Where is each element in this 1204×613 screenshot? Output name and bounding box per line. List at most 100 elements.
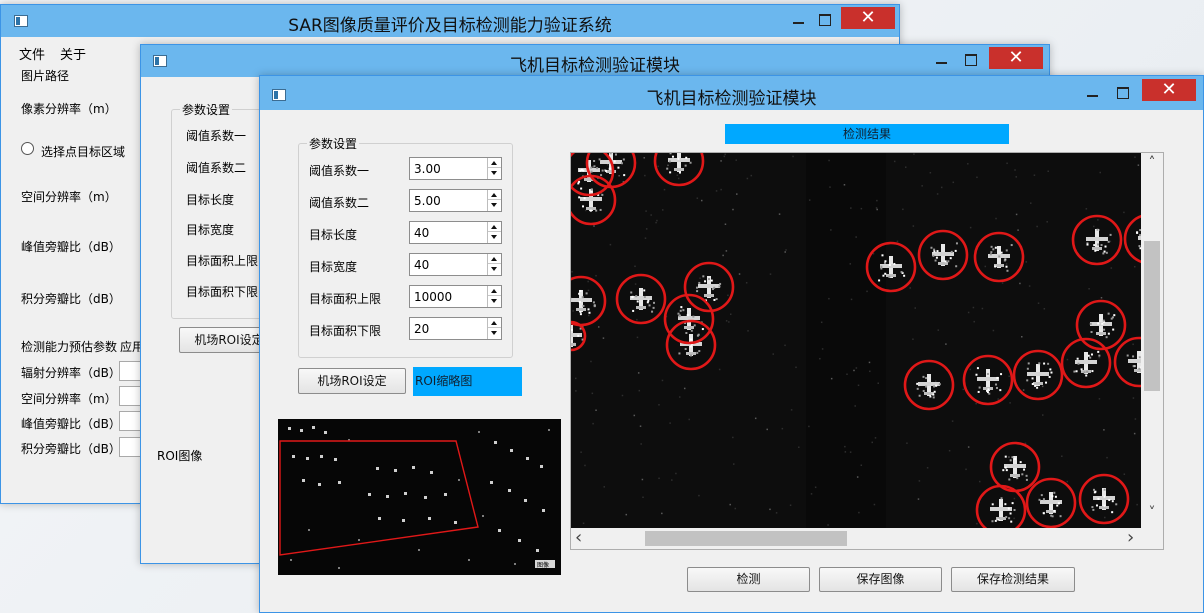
- spin-thresh1[interactable]: 3.00: [409, 157, 502, 180]
- spin-area-min[interactable]: 20: [409, 317, 502, 340]
- spin-down-icon[interactable]: [488, 265, 501, 275]
- front-close-button[interactable]: ✕: [1142, 79, 1196, 101]
- roi-thumbnail-svg: 图像: [279, 426, 555, 569]
- islr2-label: 积分旁瓣比（dB）: [21, 442, 121, 456]
- spin-value: 10000: [414, 290, 453, 304]
- spin-buttons: [487, 286, 501, 307]
- spin-buttons: [487, 222, 501, 243]
- spin-area-max[interactable]: 10000: [409, 285, 502, 308]
- spin-buttons: [487, 318, 501, 339]
- mid-maximize-icon[interactable]: [959, 50, 983, 70]
- pslr2-label: 峰值旁瓣比（dB）: [21, 417, 121, 431]
- image-path-label: 图片路径: [21, 69, 70, 83]
- param-rows: 阈值系数一 3.00 阈值系数二 5.00 目标长度 40 目标宽度 40 目标…: [299, 144, 512, 357]
- spin-down-icon[interactable]: [488, 169, 501, 179]
- close-button[interactable]: ✕: [841, 7, 895, 29]
- front-minimize-icon[interactable]: [1081, 83, 1105, 103]
- islr-label: 积分旁瓣比（dB）: [21, 292, 121, 306]
- thumb-aircraft: [288, 426, 550, 569]
- horizontal-scroll-thumb[interactable]: [645, 531, 847, 546]
- select-point-label[interactable]: 选择点目标区域: [41, 143, 125, 160]
- param-label: 阈值系数一: [309, 164, 370, 178]
- spin-up-icon[interactable]: [488, 158, 501, 168]
- spin-down-icon[interactable]: [488, 233, 501, 243]
- mid-label-width: 目标宽度: [186, 223, 235, 237]
- maximize-icon[interactable]: [813, 10, 837, 30]
- spin-value: 40: [414, 258, 430, 272]
- param-label: 阈值系数二: [309, 196, 370, 210]
- mid-label-thresh2: 阈值系数二: [186, 161, 247, 175]
- mid-minimize-icon[interactable]: [930, 50, 954, 70]
- mid-label-length: 目标长度: [186, 193, 235, 207]
- roi-set-button[interactable]: 机场ROI设定: [298, 368, 406, 394]
- mid-titlebar: 飞机目标检测验证模块 ✕: [141, 45, 1049, 77]
- spin-value: 3.00: [414, 162, 441, 176]
- pslr-label: 峰值旁瓣比（dB）: [21, 240, 121, 254]
- spin-length[interactable]: 40: [409, 221, 502, 244]
- spin-up-icon[interactable]: [488, 318, 501, 328]
- main-window-title: SAR图像质量评价及目标检测能力验证系统: [288, 16, 612, 36]
- param-group: 参数设置 阈值系数一 3.00 阈值系数二 5.00 目标长度 40 目标宽度 …: [298, 135, 513, 358]
- scroll-down-icon[interactable]: ˅: [1141, 505, 1163, 521]
- sar-dark-strip: [806, 153, 886, 528]
- result-header: 检测结果: [725, 124, 1009, 144]
- spatial-res2-label: 空间分辨率（m）: [21, 392, 117, 406]
- scroll-right-icon[interactable]: ›: [1127, 528, 1134, 548]
- save-result-button[interactable]: 保存检测结果: [951, 567, 1075, 592]
- save-image-button[interactable]: 保存图像: [819, 567, 942, 592]
- rad-res-label: 辐射分辨率（dB）: [21, 366, 121, 380]
- vertical-scrollbar[interactable]: ˄ ˅: [1141, 153, 1163, 528]
- param-label: 目标面积上限: [309, 292, 382, 306]
- param-row-thresh1: 阈值系数一 3.00: [299, 157, 512, 181]
- param-row-thresh2: 阈值系数二 5.00: [299, 189, 512, 213]
- vertical-scroll-thumb[interactable]: [1144, 241, 1160, 391]
- thumb-badge-text: 图像: [537, 561, 549, 569]
- horizontal-scrollbar[interactable]: ‹ ›: [571, 528, 1141, 549]
- mid-close-button[interactable]: ✕: [989, 47, 1043, 69]
- spin-up-icon[interactable]: [488, 254, 501, 264]
- roi-thumbnail-label: ROI缩略图: [413, 367, 522, 396]
- roi-selection-outline: [279, 440, 479, 556]
- spin-buttons: [487, 158, 501, 179]
- spin-down-icon[interactable]: [488, 329, 501, 339]
- main-titlebar: SAR图像质量评价及目标检测能力验证系统 ✕: [1, 5, 899, 37]
- param-row-area-min: 目标面积下限 20: [299, 317, 512, 341]
- select-point-radio[interactable]: [21, 142, 34, 155]
- roi-thumbnail-image: 图像: [278, 419, 561, 575]
- detect-button[interactable]: 检测: [687, 567, 810, 592]
- spatial-res-label: 空间分辨率（m）: [21, 190, 117, 204]
- spin-width[interactable]: 40: [409, 253, 502, 276]
- sar-image-svg: [571, 153, 1141, 528]
- scroll-up-icon[interactable]: ˄: [1141, 155, 1163, 171]
- mid-label-area-max: 目标面积上限: [186, 254, 259, 268]
- mid-label-area-min: 目标面积下限: [186, 285, 259, 299]
- param-label: 目标宽度: [309, 260, 358, 274]
- scroll-left-icon[interactable]: ‹: [575, 528, 582, 548]
- spin-buttons: [487, 190, 501, 211]
- param-row-length: 目标长度 40: [299, 221, 512, 245]
- spin-up-icon[interactable]: [488, 286, 501, 296]
- front-maximize-icon[interactable]: [1111, 83, 1135, 103]
- result-viewer[interactable]: ˄ ˅ ‹ ›: [570, 152, 1164, 550]
- spin-up-icon[interactable]: [488, 190, 501, 200]
- front-window: 飞机目标检测验证模块 ✕ 参数设置 阈值系数一 3.00 阈值系数二 5.00: [259, 75, 1204, 613]
- spin-value: 40: [414, 226, 430, 240]
- mid-group-title: 参数设置: [180, 101, 233, 118]
- menu-file[interactable]: 文件: [19, 44, 45, 63]
- mid-window-title: 飞机目标检测验证模块: [510, 56, 680, 76]
- result-canvas: [571, 153, 1141, 528]
- param-label: 目标长度: [309, 228, 358, 242]
- front-window-title: 飞机目标检测验证模块: [646, 89, 817, 109]
- spin-thresh2[interactable]: 5.00: [409, 189, 502, 212]
- spin-down-icon[interactable]: [488, 201, 501, 211]
- pixel-res-label: 像素分辨率（m）: [21, 102, 117, 116]
- spin-down-icon[interactable]: [488, 297, 501, 307]
- minimize-icon[interactable]: [787, 10, 811, 30]
- spin-buttons: [487, 254, 501, 275]
- spin-value: 20: [414, 322, 430, 336]
- menu-about[interactable]: 关于: [60, 44, 86, 63]
- mid-roi-image-label: ROI图像: [157, 449, 203, 463]
- mid-label-thresh1: 阈值系数一: [186, 129, 247, 143]
- spin-up-icon[interactable]: [488, 222, 501, 232]
- detect-params-label: 检测能力预估参数: [21, 340, 118, 354]
